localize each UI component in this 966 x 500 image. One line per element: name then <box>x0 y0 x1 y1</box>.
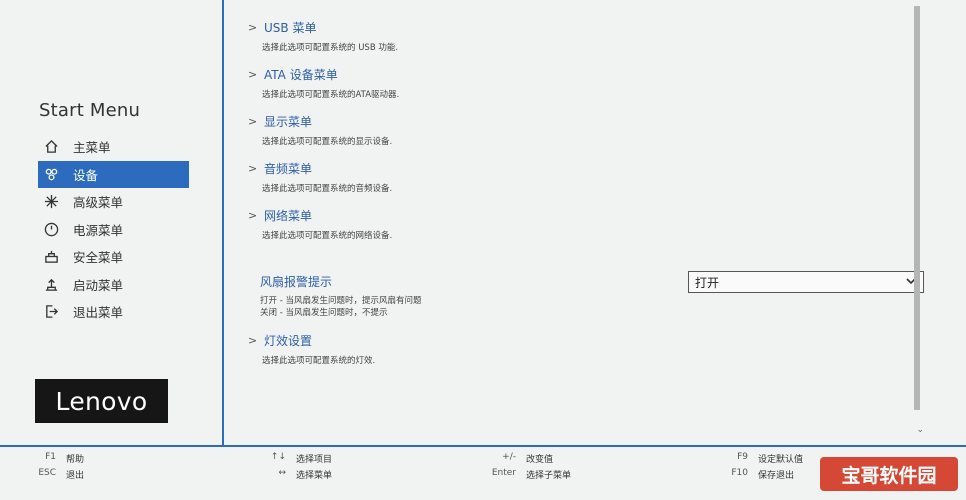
chevron-right-icon: > <box>248 21 258 34</box>
entry-description: 选择此选项可配置系统的灯效. <box>262 356 376 366</box>
sidebar-nav: 主菜单 设备 高级菜单 电源菜单 安全菜单 启动菜单 退出菜单 <box>38 133 189 326</box>
key-label: 退出 <box>66 471 85 481</box>
key-name: F1 <box>45 452 56 462</box>
sidebar-item-label: 主菜单 <box>73 140 111 156</box>
entry-description: 选择此选项可配置系统的 USB 功能. <box>262 43 399 53</box>
fan-alert-desc-off: 关闭 - 当风扇发生问题时，不提示 <box>260 308 388 318</box>
sidebar-item-power[interactable]: 电源菜单 <box>38 216 189 244</box>
exit-icon <box>43 304 59 320</box>
watermark-logo: 宝哥软件园 <box>820 457 958 491</box>
sidebar-item-startup[interactable]: 启动菜单 <box>38 271 189 299</box>
menu-entry-ata[interactable]: > ATA 设备菜单 选择此选项可配置系统的ATA驱动器. <box>248 66 399 100</box>
sidebar-item-label: 设备 <box>73 167 99 183</box>
advanced-icon <box>43 194 59 210</box>
menu-entry-display[interactable]: > 显示菜单 选择此选项可配置系统的显示设备. <box>248 113 392 147</box>
entry-title: 网络菜单 <box>264 209 313 223</box>
footer-key-exit: ESC 退出 <box>38 468 84 481</box>
key-name: ↔ <box>278 468 286 478</box>
fan-alert-desc-on: 打开 - 当风扇发生问题时，提示风扇有问题 <box>260 296 422 306</box>
scrollbar-thumb[interactable] <box>914 6 920 410</box>
sidebar-item-label: 电源菜单 <box>73 222 124 238</box>
key-label: 选择子菜单 <box>526 471 572 481</box>
entry-title: 显示菜单 <box>264 115 313 129</box>
power-icon <box>43 221 59 237</box>
fan-alert-setting: 风扇报警提示 打开 - 当风扇发生问题时，提示风扇有问题 关闭 - 当风扇发生问… <box>260 273 421 319</box>
sidebar-item-label: 启动菜单 <box>73 277 124 293</box>
sidebar: Start Menu 主菜单 设备 高级菜单 电源菜单 安全菜单 启动菜单 退出… <box>0 0 222 444</box>
entry-description: 选择此选项可配置系统的显示设备. <box>262 137 393 147</box>
main-panel: > USB 菜单 选择此选项可配置系统的 USB 功能. > ATA 设备菜单 … <box>224 0 939 444</box>
sidebar-item-devices[interactable]: 设备 <box>38 160 189 188</box>
devices-icon <box>43 166 59 182</box>
lenovo-logo: Lenovo <box>35 379 168 423</box>
chevron-right-icon: > <box>248 209 258 222</box>
key-label: 设定默认值 <box>758 455 804 465</box>
footer-key-defaults: F9 设定默认值 <box>728 452 803 465</box>
sidebar-item-label: 高级菜单 <box>73 195 124 211</box>
sidebar-item-security[interactable]: 安全菜单 <box>38 243 189 271</box>
chevron-right-icon: > <box>248 68 258 81</box>
entry-title: 音频菜单 <box>264 162 313 176</box>
chevron-right-icon: > <box>248 162 258 175</box>
entry-title: USB 菜单 <box>264 21 317 35</box>
security-icon <box>43 249 59 265</box>
footer-key-submenu: Enter 选择子菜单 <box>486 468 571 481</box>
sidebar-item-exit[interactable]: 退出菜单 <box>38 298 189 326</box>
chevron-right-icon: > <box>248 334 258 347</box>
sidebar-item-label: 安全菜单 <box>73 250 124 266</box>
entry-title: ATA 设备菜单 <box>264 68 338 82</box>
menu-entry-network[interactable]: > 网络菜单 选择此选项可配置系统的网络设备. <box>248 207 392 241</box>
key-name: Enter <box>491 468 516 478</box>
key-name: ↑↓ <box>270 452 286 462</box>
footer-key-select-item: ↑↓ 选择项目 <box>270 452 332 465</box>
menu-entry-lighting[interactable]: > 灯效设置 选择此选项可配置系统的灯效. <box>248 332 375 366</box>
scroll-down-icon[interactable]: ⌄ <box>916 425 924 435</box>
key-label: 保存退出 <box>758 471 795 481</box>
key-name: +/- <box>502 452 516 462</box>
sidebar-item-advanced[interactable]: 高级菜单 <box>38 188 189 216</box>
home-icon <box>43 139 59 155</box>
fan-alert-title: 风扇报警提示 <box>260 275 333 289</box>
key-label: 帮助 <box>66 455 85 465</box>
key-label: 改变值 <box>526 455 554 465</box>
entry-description: 选择此选项可配置系统的网络设备. <box>262 231 393 241</box>
sidebar-item-main[interactable]: 主菜单 <box>38 133 189 161</box>
chevron-right-icon: > <box>248 115 258 128</box>
select-value: 打开 <box>695 275 720 290</box>
key-label: 选择项目 <box>296 455 333 465</box>
key-name: F10 <box>731 468 748 478</box>
key-name: F9 <box>737 452 748 462</box>
footer-key-select-menu: ↔ 选择菜单 <box>270 468 332 481</box>
menu-entry-audio[interactable]: > 音频菜单 选择此选项可配置系统的音频设备. <box>248 160 392 194</box>
footer-key-save-exit: F10 保存退出 <box>728 468 794 481</box>
fan-alert-select[interactable]: 打开 <box>688 271 924 293</box>
startup-icon <box>43 276 59 292</box>
entry-description: 选择此选项可配置系统的音频设备. <box>262 184 393 194</box>
scrollbar[interactable] <box>914 6 920 410</box>
footer-key-change-value: +/- 改变值 <box>486 452 553 465</box>
key-label: 选择菜单 <box>296 471 333 481</box>
entry-description: 选择此选项可配置系统的ATA驱动器. <box>262 90 400 100</box>
menu-entry-usb[interactable]: > USB 菜单 选择此选项可配置系统的 USB 功能. <box>248 19 398 53</box>
footer-key-help: F1 帮助 <box>40 452 84 465</box>
entry-title: 灯效设置 <box>264 334 313 348</box>
sidebar-title: Start Menu <box>39 100 141 121</box>
sidebar-item-label: 退出菜单 <box>73 305 124 321</box>
key-name: ESC <box>38 468 56 478</box>
